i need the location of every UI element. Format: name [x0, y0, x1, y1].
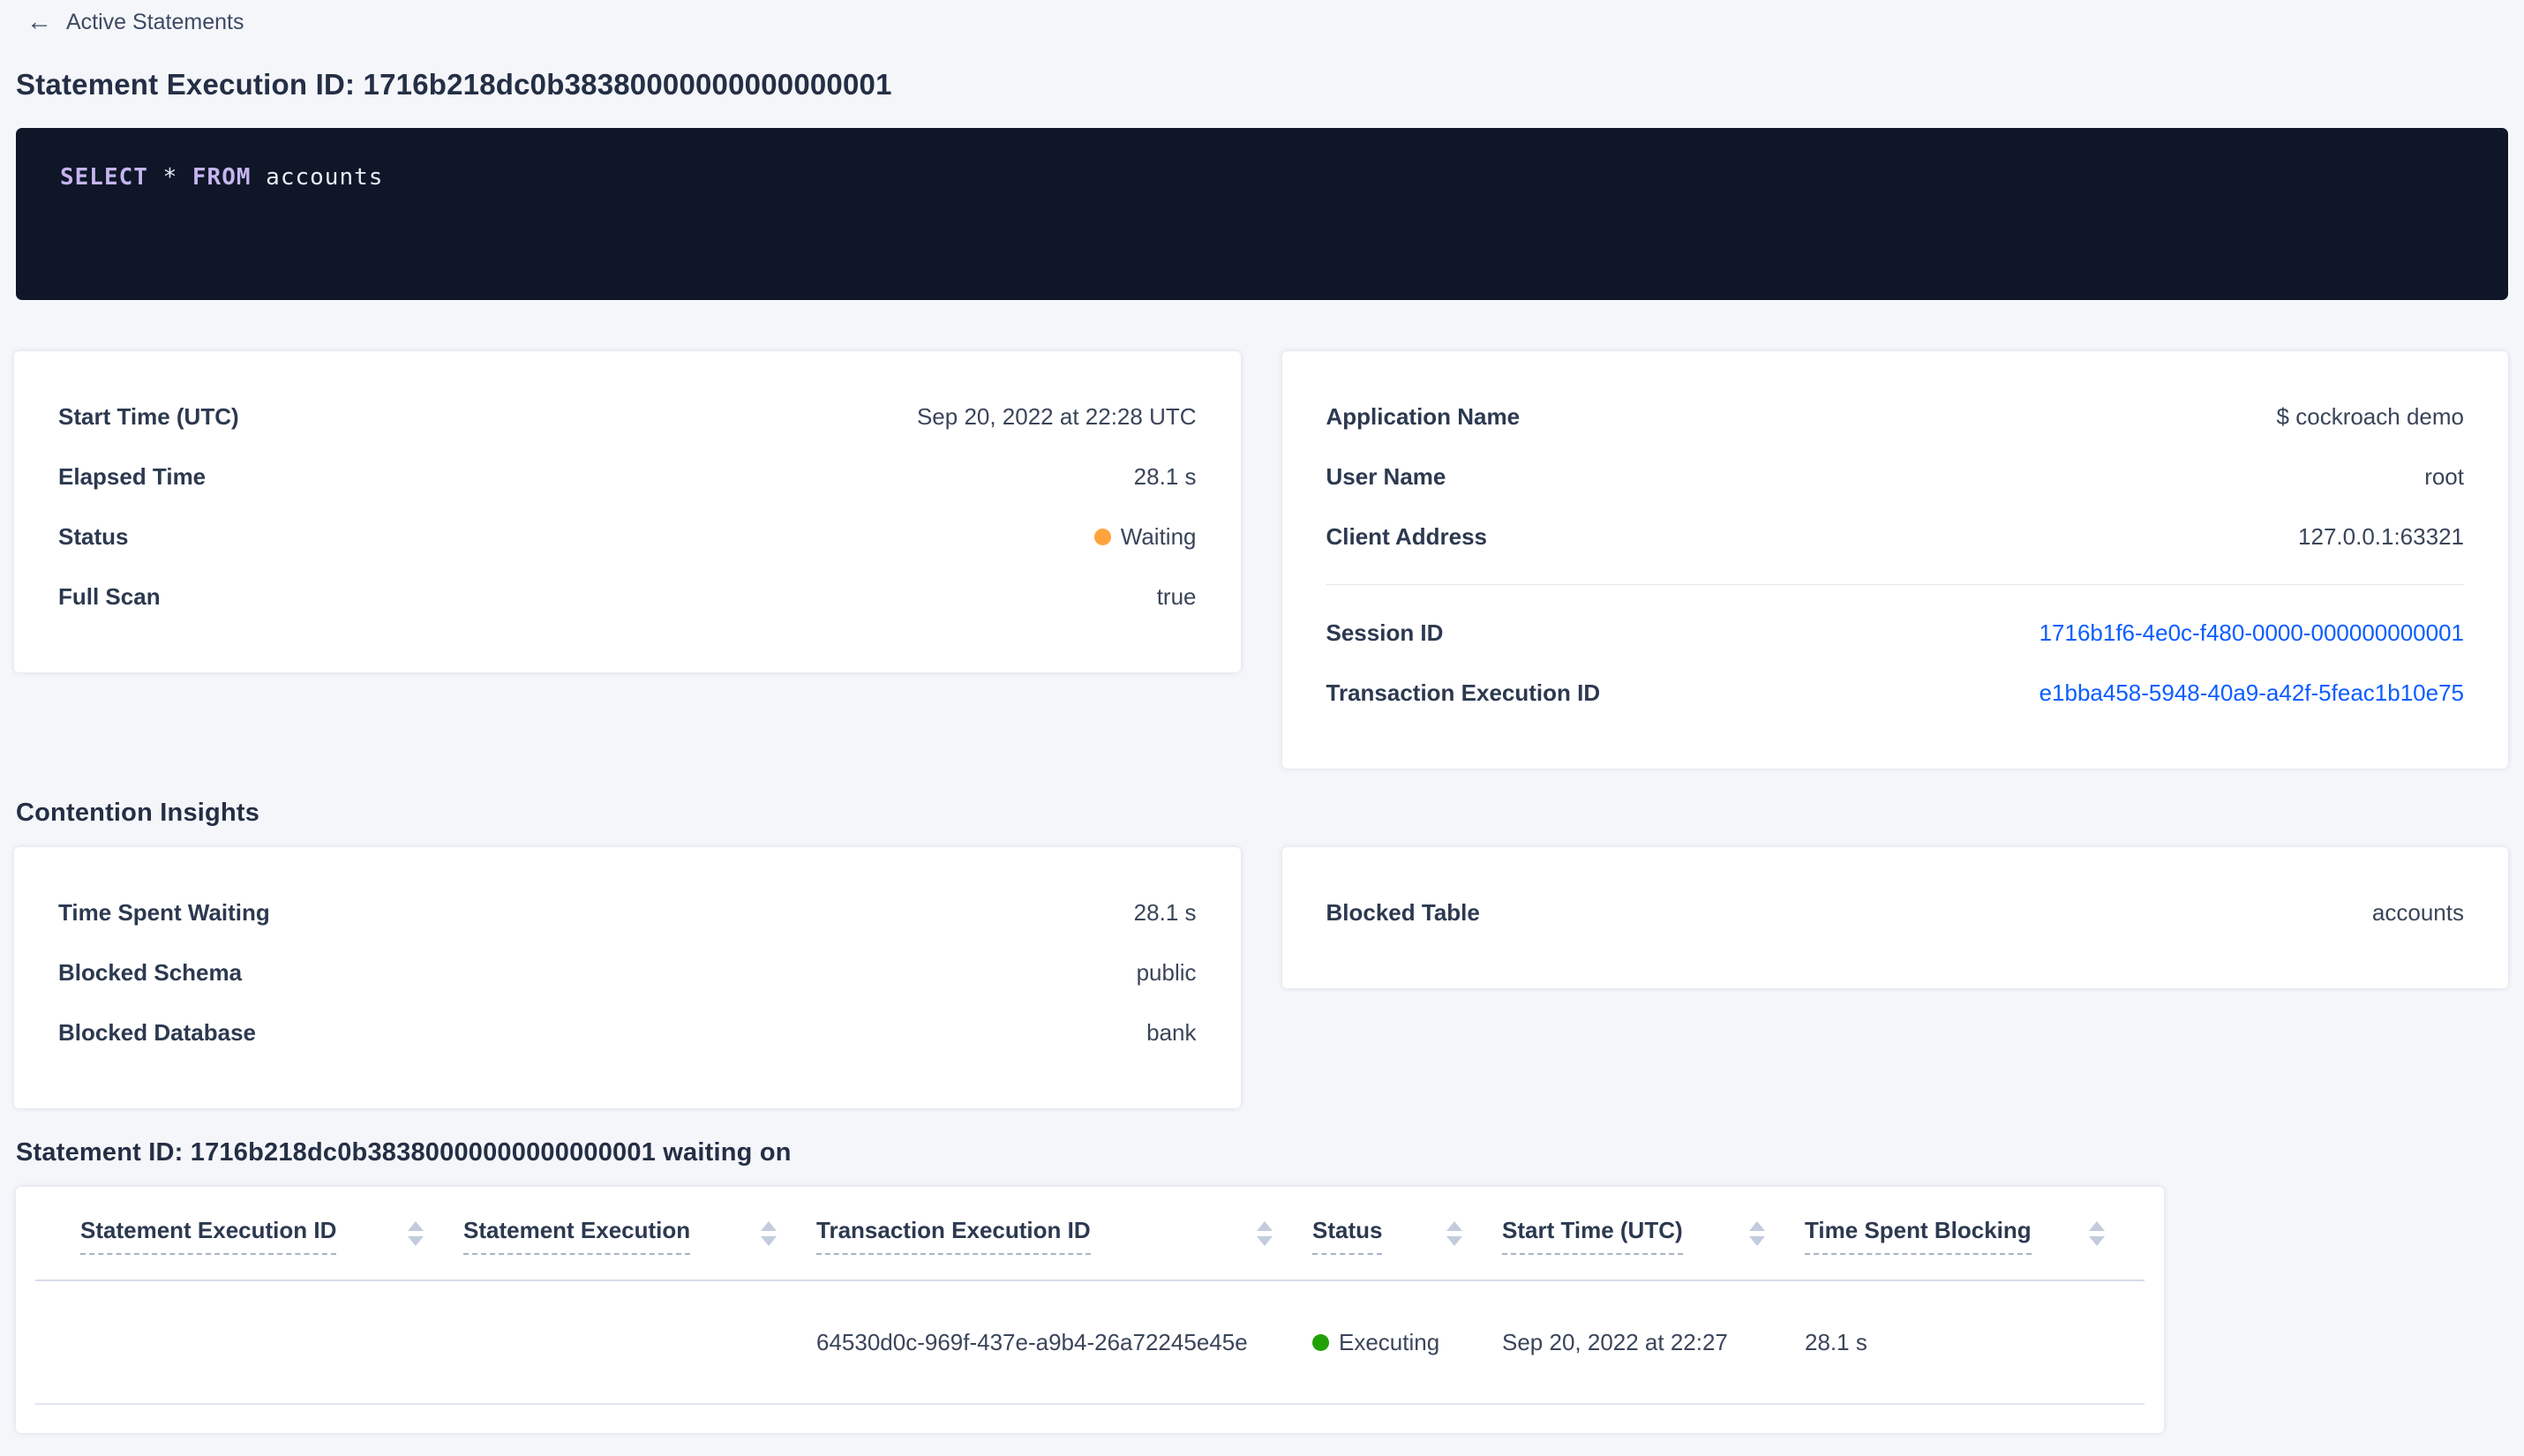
- sort-arrows-icon[interactable]: [761, 1221, 777, 1246]
- status-value: Waiting: [1093, 522, 1197, 551]
- session-card-divider: [1326, 584, 2464, 585]
- blocked-database-row: Blocked Database bank: [58, 1002, 1197, 1062]
- sort-arrows-icon[interactable]: [408, 1221, 424, 1246]
- blocked-database-label: Blocked Database: [58, 1018, 256, 1046]
- blocked-table-value: accounts: [2371, 898, 2464, 926]
- time-spent-waiting-value: 28.1 s: [1133, 898, 1197, 926]
- client-address-row: Client Address 127.0.0.1:63321: [1326, 507, 2465, 567]
- table-bottom-spacer: [35, 1405, 2145, 1433]
- status-executing-dot-icon: [1312, 1333, 1329, 1351]
- cell-start-time: Sep 20, 2022 at 22:27: [1502, 1328, 1728, 1355]
- client-address-value: 127.0.0.1:63321: [2298, 522, 2464, 550]
- user-name-label: User Name: [1326, 462, 1446, 490]
- waiting-statements-table: Statement Execution ID Statement Executi…: [16, 1187, 2164, 1433]
- user-name-row: User Name root: [1326, 447, 2465, 507]
- start-time-value: Sep 20, 2022 at 22:28 UTC: [916, 402, 1197, 430]
- back-link-label: Active Statements: [66, 10, 244, 34]
- blocked-table-card: Blocked Table accounts: [1281, 847, 2508, 988]
- user-name-value: root: [2424, 462, 2464, 490]
- sql-statement-box: SELECT * FROM accounts: [16, 128, 2508, 300]
- full-scan-label: Full Scan: [58, 582, 161, 610]
- column-header-transaction-execution-id[interactable]: Transaction Execution ID: [816, 1217, 1312, 1255]
- status-row: Status Waiting: [58, 507, 1197, 567]
- session-id-row: Session ID 1716b1f6-4e0c-f480-0000-00000…: [1326, 603, 2465, 663]
- elapsed-time-row: Elapsed Time 28.1 s: [58, 447, 1197, 507]
- time-spent-waiting-label: Time Spent Waiting: [58, 898, 270, 926]
- contention-cards-row: Time Spent Waiting 28.1 s Blocked Schema…: [14, 847, 2508, 1108]
- cell-time-spent-blocking: 28.1 s: [1805, 1328, 1867, 1355]
- sql-keyword-select: SELECT: [60, 164, 148, 191]
- blocked-schema-row: Blocked Schema public: [58, 942, 1197, 1002]
- full-scan-row: Full Scan true: [58, 567, 1197, 627]
- start-time-row: Start Time (UTC) Sep 20, 2022 at 22:28 U…: [58, 387, 1197, 447]
- time-spent-waiting-row: Time Spent Waiting 28.1 s: [58, 882, 1197, 942]
- contention-insights-heading: Contention Insights: [16, 799, 260, 827]
- transaction-execution-id-link[interactable]: e1bba458-5948-40a9-a42f-5feac1b10e75: [2039, 679, 2464, 707]
- overview-cards-row: Start Time (UTC) Sep 20, 2022 at 22:28 U…: [14, 351, 2508, 769]
- transaction-execution-id-label: Transaction Execution ID: [1326, 679, 1601, 706]
- sql-keyword-from: FROM: [192, 164, 252, 191]
- column-header-time-spent-blocking[interactable]: Time Spent Blocking: [1805, 1217, 2145, 1255]
- status-waiting-text: Waiting: [1120, 522, 1197, 550]
- start-time-label: Start Time (UTC): [58, 402, 239, 430]
- column-header-statement-execution-id[interactable]: Statement Execution ID: [80, 1217, 463, 1255]
- session-card: Application Name $ cockroach demo User N…: [1281, 351, 2508, 769]
- overview-card: Start Time (UTC) Sep 20, 2022 at 22:28 U…: [14, 351, 1241, 672]
- status-label: Status: [58, 522, 129, 550]
- transaction-execution-id-row: Transaction Execution ID e1bba458-5948-4…: [1326, 663, 2465, 723]
- full-scan-value: true: [1156, 582, 1197, 610]
- sql-star: *: [162, 164, 178, 191]
- page-title: Statement Execution ID: 1716b218dc0b3838…: [16, 68, 892, 101]
- back-link-active-statements[interactable]: ← Active Statements: [16, 10, 244, 35]
- status-executing-text: Executing: [1339, 1328, 1440, 1355]
- waiting-on-heading: Statement ID: 1716b218dc0b38380000000000…: [16, 1138, 792, 1167]
- sort-arrows-icon[interactable]: [1446, 1221, 1462, 1246]
- column-header-statement-execution[interactable]: Statement Execution: [463, 1217, 816, 1255]
- application-name-label: Application Name: [1326, 402, 1521, 430]
- application-name-row: Application Name $ cockroach demo: [1326, 387, 2465, 447]
- table-header-row: Statement Execution ID Statement Executi…: [35, 1187, 2145, 1281]
- elapsed-time-label: Elapsed Time: [58, 462, 207, 490]
- cell-transaction-execution-id: 64530d0c-969f-437e-a9b4-26a72245e45e: [816, 1328, 1248, 1355]
- blocked-schema-label: Blocked Schema: [58, 958, 243, 986]
- blocked-table-label: Blocked Table: [1326, 898, 1480, 926]
- contention-details-card: Time Spent Waiting 28.1 s Blocked Schema…: [14, 847, 1241, 1108]
- table-row: 64530d0c-969f-437e-a9b4-26a72245e45e Exe…: [35, 1281, 2145, 1405]
- cell-status: Executing: [1312, 1329, 1502, 1356]
- column-header-status[interactable]: Status: [1312, 1217, 1502, 1255]
- column-header-start-time[interactable]: Start Time (UTC): [1502, 1217, 1805, 1255]
- sort-arrows-icon[interactable]: [1257, 1221, 1273, 1246]
- sort-arrows-icon[interactable]: [2089, 1221, 2105, 1246]
- elapsed-time-value: 28.1 s: [1133, 462, 1197, 490]
- arrow-left-icon: ←: [26, 8, 52, 36]
- sql-statement-text: SELECT * FROM accounts: [60, 164, 383, 191]
- blocked-table-row: Blocked Table accounts: [1326, 882, 2465, 942]
- status-waiting-dot-icon: [1093, 528, 1111, 545]
- sql-table-name: accounts: [266, 164, 384, 191]
- application-name-value: $ cockroach demo: [2276, 402, 2464, 430]
- blocked-schema-value: public: [1136, 958, 1197, 986]
- statement-execution-details-page: ← Active Statements Statement Execution …: [0, 0, 2524, 1433]
- session-id-label: Session ID: [1326, 619, 1444, 646]
- sort-arrows-icon[interactable]: [1749, 1221, 1765, 1246]
- session-id-link[interactable]: 1716b1f6-4e0c-f480-0000-000000000001: [2039, 619, 2464, 647]
- blocked-database-value: bank: [1146, 1018, 1197, 1046]
- client-address-label: Client Address: [1326, 522, 1488, 550]
